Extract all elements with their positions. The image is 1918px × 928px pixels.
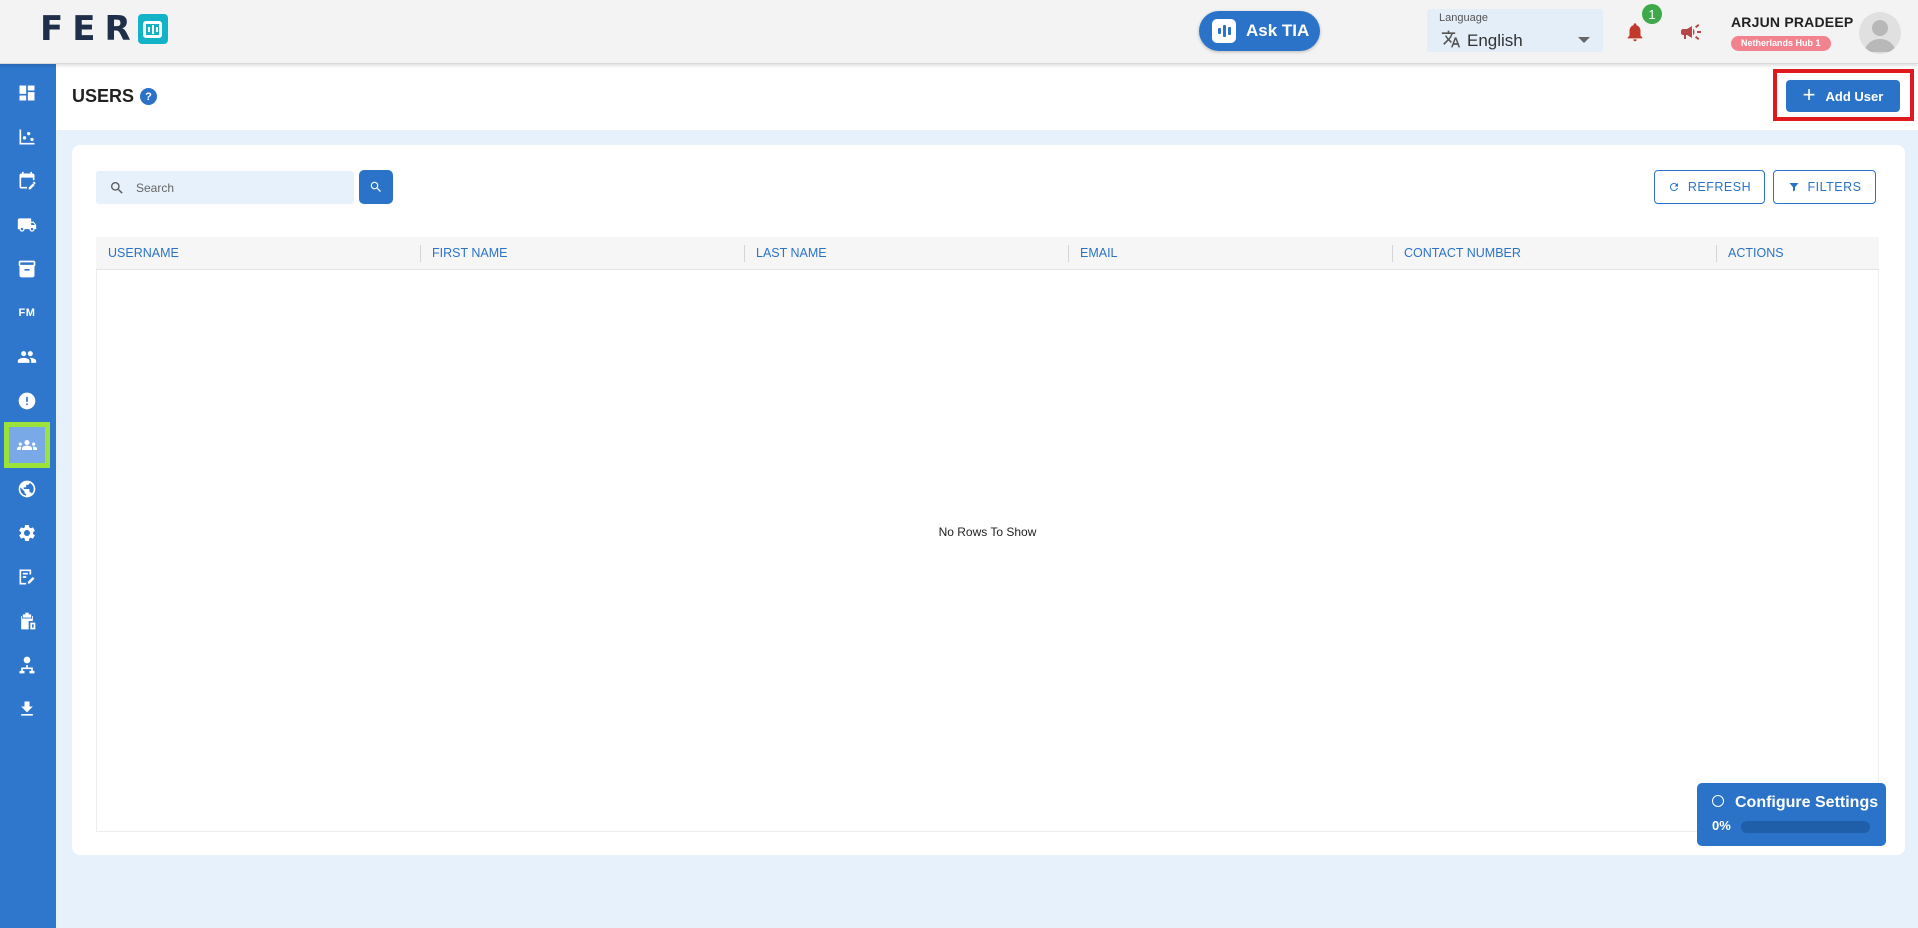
users-group-icon [17, 440, 37, 450]
ask-tia-button[interactable]: Ask TIA [1199, 11, 1320, 51]
download-icon [21, 701, 33, 716]
search-icon [111, 182, 123, 194]
gear-icon [19, 525, 35, 541]
sidebar-item-fm[interactable]: FM [4, 293, 50, 333]
sidebar-item-notes[interactable] [4, 557, 50, 597]
column-header-email[interactable]: EMAIL [1068, 237, 1118, 270]
truck-icon [17, 218, 37, 232]
empty-state-text: No Rows To Show [938, 525, 1037, 539]
filters-button[interactable]: FILTERS [1773, 170, 1876, 204]
notification-count-badge: 1 [1642, 4, 1662, 24]
users-card: REFRESH FILTERS USERNAME FIRST NAME LAST… [72, 145, 1905, 855]
progress-percent: 0% [1712, 818, 1731, 833]
sidebar-item-archive[interactable] [4, 249, 50, 289]
add-user-label: Add User [1825, 88, 1884, 104]
chevron-down-icon [1578, 37, 1590, 43]
table-header: USERNAME FIRST NAME LAST NAME EMAIL CONT… [96, 237, 1879, 270]
note-edit-icon [19, 569, 35, 585]
configure-settings-title: Configure Settings [1735, 794, 1879, 811]
ask-tia-label: Ask TIA [1246, 21, 1310, 40]
page-header: USERS ? + Add User [56, 64, 1918, 130]
dashboard-icon [19, 85, 35, 101]
avatar[interactable] [1859, 12, 1901, 54]
tia-icon [1212, 19, 1236, 43]
clipboard-icon [21, 612, 36, 630]
language-label: Language [1439, 12, 1488, 24]
refresh-icon [1669, 183, 1678, 191]
column-header-actions: ACTIONS [1728, 246, 1784, 260]
alert-circle-icon [18, 392, 36, 410]
sidebar-item-person-tree[interactable] [4, 645, 50, 685]
search-input[interactable] [136, 171, 346, 204]
sidebar: FM [0, 64, 56, 928]
progress-bar [1741, 821, 1870, 833]
people-icon [17, 351, 37, 363]
refresh-label: REFRESH [1687, 180, 1752, 194]
sidebar-item-globe[interactable] [4, 469, 50, 509]
filter-icon [1789, 183, 1798, 192]
help-icon[interactable]: ? [140, 88, 157, 105]
column-header-contact-number[interactable]: CONTACT NUMBER [1392, 237, 1521, 270]
search-box [96, 171, 354, 204]
sidebar-item-users[interactable] [4, 422, 50, 468]
sidebar-item-trucks[interactable] [4, 205, 50, 245]
search-icon [370, 181, 381, 192]
column-header-last-name[interactable]: LAST NAME [744, 237, 827, 270]
language-value: English [1467, 31, 1523, 50]
calendar-edit-icon [19, 171, 36, 190]
archive-icon [18, 260, 36, 278]
sidebar-item-dashboard[interactable] [4, 73, 50, 113]
sidebar-item-settings[interactable] [4, 513, 50, 553]
plus-icon: + [1802, 82, 1816, 107]
sidebar-item-people[interactable] [4, 337, 50, 377]
avatar-person-icon [1864, 20, 1896, 52]
sidebar-item-download[interactable] [4, 689, 50, 729]
refresh-button[interactable]: REFRESH [1654, 170, 1765, 204]
language-select[interactable]: Language English [1427, 9, 1603, 52]
column-header-first-name[interactable]: FIRST NAME [420, 237, 507, 270]
add-user-highlight: + Add User [1773, 69, 1914, 121]
translate-icon [1441, 30, 1461, 48]
globe-icon [18, 480, 36, 498]
logo-text: FER [40, 9, 140, 49]
megaphone-icon[interactable] [1678, 20, 1704, 44]
logo-mark-icon [137, 14, 168, 44]
user-name[interactable]: ARJUN PRADEEP [1731, 14, 1853, 30]
bell-icon[interactable] [1624, 20, 1646, 44]
hub-badge: Netherlands Hub 1 [1731, 36, 1831, 51]
filters-label: FILTERS [1807, 180, 1862, 194]
table-body: No Rows To Show [96, 270, 1879, 832]
add-user-button[interactable]: + Add User [1786, 80, 1900, 112]
fero-logo[interactable]: FER [40, 12, 168, 46]
person-hierarchy-icon [19, 656, 35, 674]
sidebar-item-analytics[interactable] [4, 117, 50, 157]
sidebar-item-alerts[interactable] [4, 381, 50, 421]
configure-settings-widget[interactable]: Configure Settings 0% [1697, 783, 1886, 846]
search-button[interactable] [359, 170, 393, 204]
page-title: USERS [72, 86, 135, 106]
fm-label: FM [18, 307, 36, 319]
sidebar-item-planner[interactable] [4, 161, 50, 201]
circle-icon [1712, 795, 1724, 807]
column-header-username[interactable]: USERNAME [96, 237, 179, 270]
top-bar: FER Ask TIA Language English 1 ARJUN PRA… [0, 0, 1918, 64]
sidebar-item-clipboard[interactable] [4, 601, 50, 641]
chart-icon [19, 129, 35, 145]
